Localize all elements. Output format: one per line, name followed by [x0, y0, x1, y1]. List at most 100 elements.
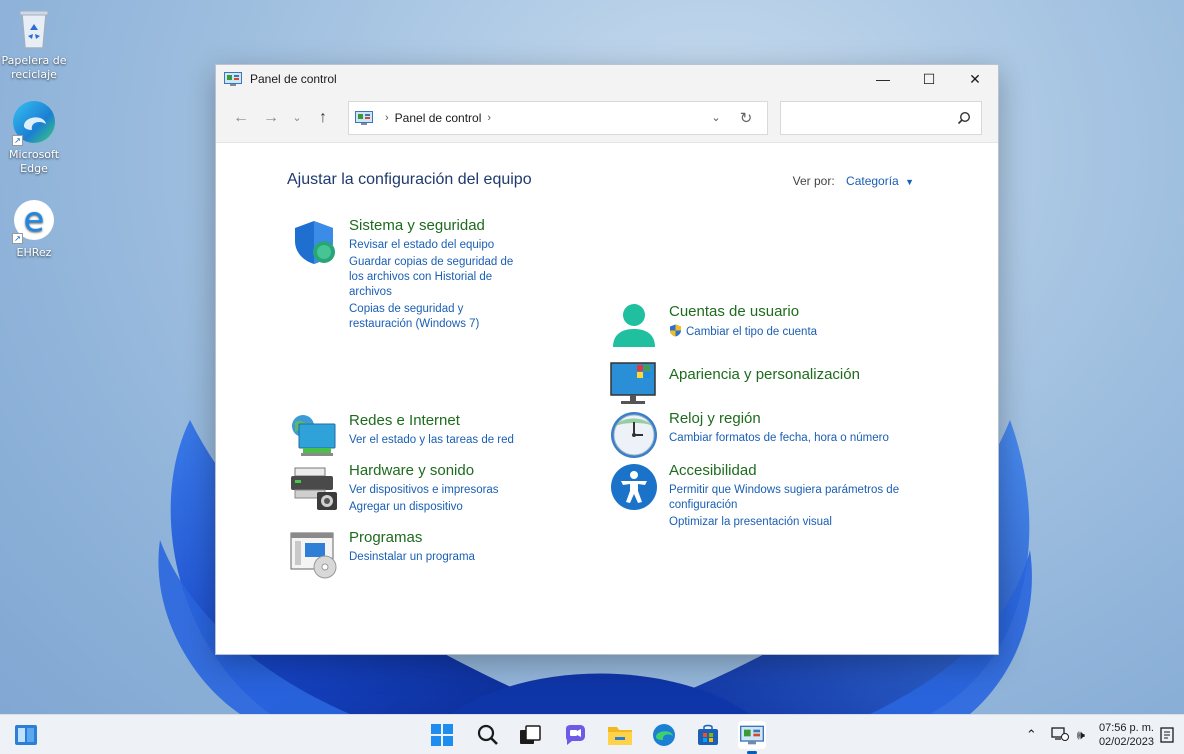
taskbar: ⌃ 🕪 07:56 p. m. 02/02/2023 [0, 714, 1184, 754]
edge-button[interactable] [650, 721, 678, 749]
volume-icon[interactable]: 🕪 [1077, 728, 1085, 743]
category-title[interactable]: Sistema y seguridad [349, 217, 529, 235]
refresh-icon[interactable]: ↻ [731, 109, 761, 127]
search-button[interactable] [474, 721, 502, 749]
category-title[interactable]: Redes e Internet [349, 412, 514, 430]
category-link[interactable]: Guardar copias de seguridad de los archi… [349, 255, 529, 300]
title-bar[interactable]: Panel de control — ☐ ✕ [216, 65, 998, 93]
search-icon[interactable] [957, 111, 971, 125]
category-appearance: Apariencia y personalización [609, 359, 909, 409]
window-title: Panel de control [250, 72, 337, 86]
view-by: Ver por: Categoría ▼ [793, 174, 914, 188]
clock-date: 02/02/2023 [1098, 736, 1154, 748]
view-by-label: Ver por: [792, 174, 835, 188]
category-accessibility: Accesibilidad Permitir que Windows sugie… [609, 462, 909, 532]
shortcut-arrow-icon: ↗ [12, 233, 23, 244]
task-view-button[interactable] [516, 721, 544, 749]
category-title[interactable]: Cuentas de usuario [669, 303, 817, 321]
category-link[interactable]: Revisar el estado del equipo [349, 238, 529, 253]
chat-button[interactable] [561, 721, 589, 749]
network-status-icon[interactable] [1051, 726, 1069, 745]
link-text[interactable]: Cambiar el tipo de cuenta [686, 326, 817, 338]
up-button[interactable]: ↑ [308, 103, 338, 133]
recycle-bin-icon [10, 4, 58, 52]
control-panel-window: Panel de control — ☐ ✕ ← → ⌄ ↑ › Panel d… [215, 64, 999, 655]
category-network-internet: Redes e Internet Ver el estado y las tar… [289, 412, 529, 462]
control-panel-icon [355, 110, 373, 125]
chat-icon [566, 725, 585, 745]
desktop-icon-ehrez[interactable]: e ↗ EHRez [0, 196, 68, 260]
category-clock-region: Reloj y región Cambiar formatos de fecha… [609, 410, 909, 460]
control-panel-icon [224, 72, 242, 86]
category-link[interactable]: Agregar un dispositivo [349, 500, 499, 515]
back-button[interactable]: ← [226, 103, 256, 133]
store-button[interactable] [694, 721, 722, 749]
show-hidden-icons-icon[interactable]: ⌃ [1026, 728, 1037, 743]
category-title[interactable]: Hardware y sonido [349, 462, 499, 480]
category-link[interactable]: Ver el estado y las tareas de red [349, 433, 514, 448]
category-link[interactable]: Desinstalar un programa [349, 550, 475, 565]
shortcut-arrow-icon: ↗ [12, 135, 23, 146]
clock-icon[interactable] [609, 410, 659, 460]
address-dropdown-icon[interactable]: ⌄ [701, 111, 731, 124]
category-link[interactable]: Permitir que Windows sugiera parámetros … [669, 483, 909, 513]
forward-button[interactable]: → [256, 103, 286, 133]
navigation-bar: ← → ⌄ ↑ › Panel de control › ⌄ ↻ [216, 93, 998, 143]
user-icon[interactable] [609, 301, 659, 351]
category-hardware-sound: Hardware y sonido Ver dispositivos e imp… [289, 462, 529, 517]
search-input[interactable] [780, 100, 982, 135]
category-system-security: Sistema y seguridad Revisar el estado de… [289, 217, 529, 334]
uac-shield-icon [670, 324, 681, 337]
dropdown-arrow-icon[interactable]: ▼ [905, 177, 914, 187]
file-explorer-button[interactable] [606, 721, 634, 749]
desktop-icon-recycle-bin[interactable]: Papelera de reciclaje [0, 4, 68, 82]
desktop-icon-edge[interactable]: ↗ Microsoft Edge [0, 98, 68, 176]
printer-icon[interactable] [289, 462, 339, 512]
accessibility-icon[interactable] [609, 462, 659, 512]
search-icon [477, 724, 498, 745]
close-button[interactable]: ✕ [952, 65, 998, 93]
breadcrumb-separator-icon[interactable]: › [487, 112, 491, 124]
breadcrumb-separator-icon[interactable]: › [385, 112, 389, 124]
category-user-accounts: Cuentas de usuario Cambiar el tipo de cu… [609, 301, 909, 351]
widgets-button[interactable] [12, 721, 40, 749]
category-programs: Programas Desinstalar un programa [289, 529, 529, 579]
desktop-icon-label: Microsoft Edge [8, 148, 60, 175]
category-link[interactable]: Ver dispositivos e impresoras [349, 483, 499, 498]
start-button[interactable] [428, 721, 456, 749]
system-tray: ⌃ 🕪 07:56 p. m. 02/02/2023 [1026, 715, 1184, 754]
folder-icon [608, 727, 632, 745]
category-link[interactable]: Cambiar formatos de fecha, hora o número [669, 431, 889, 446]
address-bar[interactable]: › Panel de control › ⌄ ↻ [348, 100, 768, 135]
category-title[interactable]: Reloj y región [669, 410, 889, 428]
category-title[interactable]: Accesibilidad [669, 462, 909, 480]
shield-icon[interactable] [289, 217, 339, 267]
monitor-icon[interactable] [609, 359, 659, 409]
recent-locations-button[interactable]: ⌄ [286, 103, 308, 133]
programs-icon[interactable] [289, 529, 339, 579]
windows-logo-icon [431, 724, 453, 746]
page-title: Ajustar la configuración del equipo [287, 171, 532, 188]
category-title[interactable]: Apariencia y personalización [669, 366, 860, 384]
widgets-icon [15, 725, 37, 745]
store-icon [698, 724, 718, 745]
content-area: Ajustar la configuración del equipo Ver … [216, 143, 998, 654]
ie-icon: e ↗ [10, 196, 58, 244]
control-panel-icon [740, 725, 764, 745]
clock[interactable]: 07:56 p. m. 02/02/2023 [1099, 721, 1154, 749]
category-link[interactable]: Optimizar la presentación visual [669, 515, 909, 530]
control-panel-taskbar-button[interactable] [738, 721, 766, 754]
network-icon[interactable] [289, 412, 339, 462]
maximize-button[interactable]: ☐ [906, 65, 952, 93]
edge-icon [653, 724, 675, 746]
task-view-icon [520, 725, 541, 744]
svg-text:e: e [24, 200, 45, 240]
category-link[interactable]: Copias de seguridad y restauración (Wind… [349, 302, 529, 332]
view-by-dropdown[interactable]: Categoría [846, 174, 899, 188]
desktop-icon-label: Papelera de reciclaje [1, 54, 67, 81]
notification-icon[interactable] [1160, 727, 1174, 746]
category-link[interactable]: Cambiar el tipo de cuenta [669, 324, 817, 340]
breadcrumb-control-panel[interactable]: Panel de control [395, 111, 482, 125]
category-title[interactable]: Programas [349, 529, 475, 547]
minimize-button[interactable]: — [860, 65, 906, 93]
